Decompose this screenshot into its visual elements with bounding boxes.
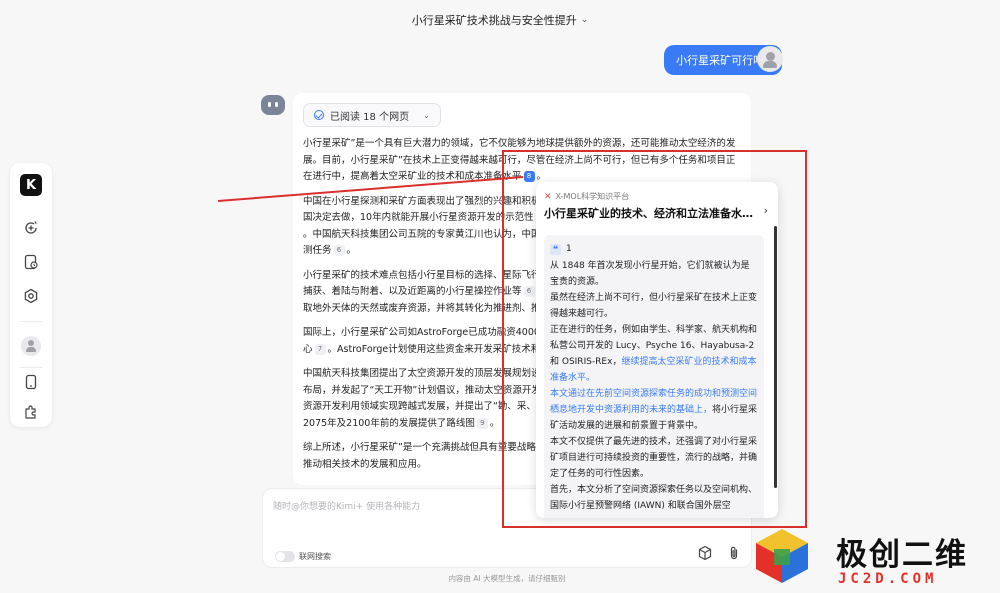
- sources-read-chip[interactable]: 已阅读 18 个网页 ⌄: [303, 103, 441, 127]
- user-avatar: [757, 46, 783, 72]
- answer-text-span: 。: [489, 417, 500, 429]
- web-search-toggle[interactable]: [275, 551, 295, 562]
- chat-input-placeholder[interactable]: 随时@你想要的Kimi+ 使用各种能力: [273, 499, 420, 512]
- answer-text-span: 资源开发利用领域实现跨越式发展，并提出了“勘、采、: [303, 401, 536, 412]
- quote-line: 从 1848 年首次发现小行星开始，它们就被认为是宝贵的资源。: [550, 261, 750, 287]
- assistant-avatar-icon: [261, 95, 285, 115]
- citation-quote-card: ❝ 1 从 1848 年首次发现小行星开始，它们就被认为是宝贵的资源。 虽然在经…: [544, 235, 764, 518]
- citation-badge[interactable]: 7: [314, 343, 326, 355]
- citation-badge[interactable]: 9: [476, 417, 488, 429]
- attachment-icon[interactable]: [726, 545, 742, 561]
- plugin-icon[interactable]: [23, 404, 39, 420]
- cube-icon[interactable]: [697, 545, 713, 561]
- chevron-right-icon[interactable]: ›: [764, 204, 768, 217]
- quote-line: 虽然在经济上尚不可行，但小行星采矿在技术上正变得越来越可行。: [550, 293, 758, 319]
- answer-text-span: 捕获、着陆与附着、以及近距离的小行星操控作业等: [303, 286, 522, 297]
- history-icon[interactable]: [23, 254, 39, 270]
- quote-line: 本文不仅提供了最先进的技术，还强调了对小行星采矿项目进行可持续投资的重要性，流行…: [550, 437, 758, 479]
- new-chat-icon[interactable]: [23, 220, 39, 236]
- left-sidebar: K: [10, 163, 52, 427]
- answer-text-span: 。: [346, 245, 357, 256]
- answer-text-span: 测任务: [303, 245, 332, 256]
- watermark-cube-logo: [756, 529, 808, 583]
- watermark-url: JC2D.COM: [838, 571, 938, 587]
- chevron-down-icon[interactable]: ⌄: [581, 15, 589, 25]
- answer-text-span: 推动相关技术的发展和应用。: [303, 458, 427, 470]
- watermark: 极创二维 JC2D.COM: [754, 523, 1000, 593]
- user-avatar-icon[interactable]: [21, 336, 41, 356]
- answer-text-span: 心: [303, 343, 313, 355]
- watermark-title: 极创二维: [836, 537, 968, 573]
- sources-read-label: 已阅读 18 个网页: [330, 111, 410, 123]
- phone-icon[interactable]: [23, 374, 39, 390]
- quote-index: 1: [566, 244, 572, 254]
- explore-icon[interactable]: [23, 288, 39, 304]
- quote-line: 正在进行的任务，例如由学生、科学家、航天机构和私营公司开发的 Lucy、Psyc…: [550, 322, 758, 386]
- popover-scrollbar[interactable]: [774, 226, 777, 488]
- web-search-label: 联网搜索: [299, 552, 331, 561]
- quote-header: ❝ 1: [550, 241, 758, 257]
- citation-popover[interactable]: ✕ X-MOL科学知识平台 小行星采矿业的技术、经济和立法准备水... › ❝ …: [536, 182, 778, 518]
- sidebar-divider: [20, 367, 42, 368]
- answer-text-span: 国决定去做，10年内就能开展小行星资源开发的示范性: [303, 212, 534, 223]
- conversation-title-bar[interactable]: 小行星采矿技术挑战与安全性提升 ⌄: [0, 0, 1000, 40]
- quote-line: 首先，本文分析了空间资源探索任务以及空间机构、国际小行星预警网络 (IAWN) …: [550, 485, 758, 511]
- xmol-logo-icon: ✕: [544, 191, 552, 202]
- citation-source-name: X-MOL科学知识平台: [555, 192, 630, 201]
- sidebar-divider: [20, 321, 42, 322]
- citation-title[interactable]: 小行星采矿业的技术、经济和立法准备水...: [544, 205, 754, 221]
- page: 小行星采矿技术挑战与安全性提升 ⌄ 小行星采矿可行吗? 已阅读 18 个网页 ⌄…: [0, 0, 1000, 593]
- answer-text-span: 2075年及2100年前的发展提供了路线图: [303, 417, 475, 429]
- check-circle-icon: [314, 110, 324, 120]
- citation-badge[interactable]: 6: [333, 245, 345, 256]
- quote-icon: ❝: [550, 243, 561, 255]
- chevron-down-icon: ⌄: [423, 110, 430, 120]
- citation-source: ✕ X-MOL科学知识平台: [544, 191, 629, 202]
- kimi-logo[interactable]: K: [20, 174, 42, 196]
- conversation-title[interactable]: 小行星采矿技术挑战与安全性提升: [412, 12, 577, 28]
- quote-line: 本文通过在先前空间资源探索任务的成功和预测空间栖息地开发中资源利用的未来的基础上…: [550, 386, 758, 434]
